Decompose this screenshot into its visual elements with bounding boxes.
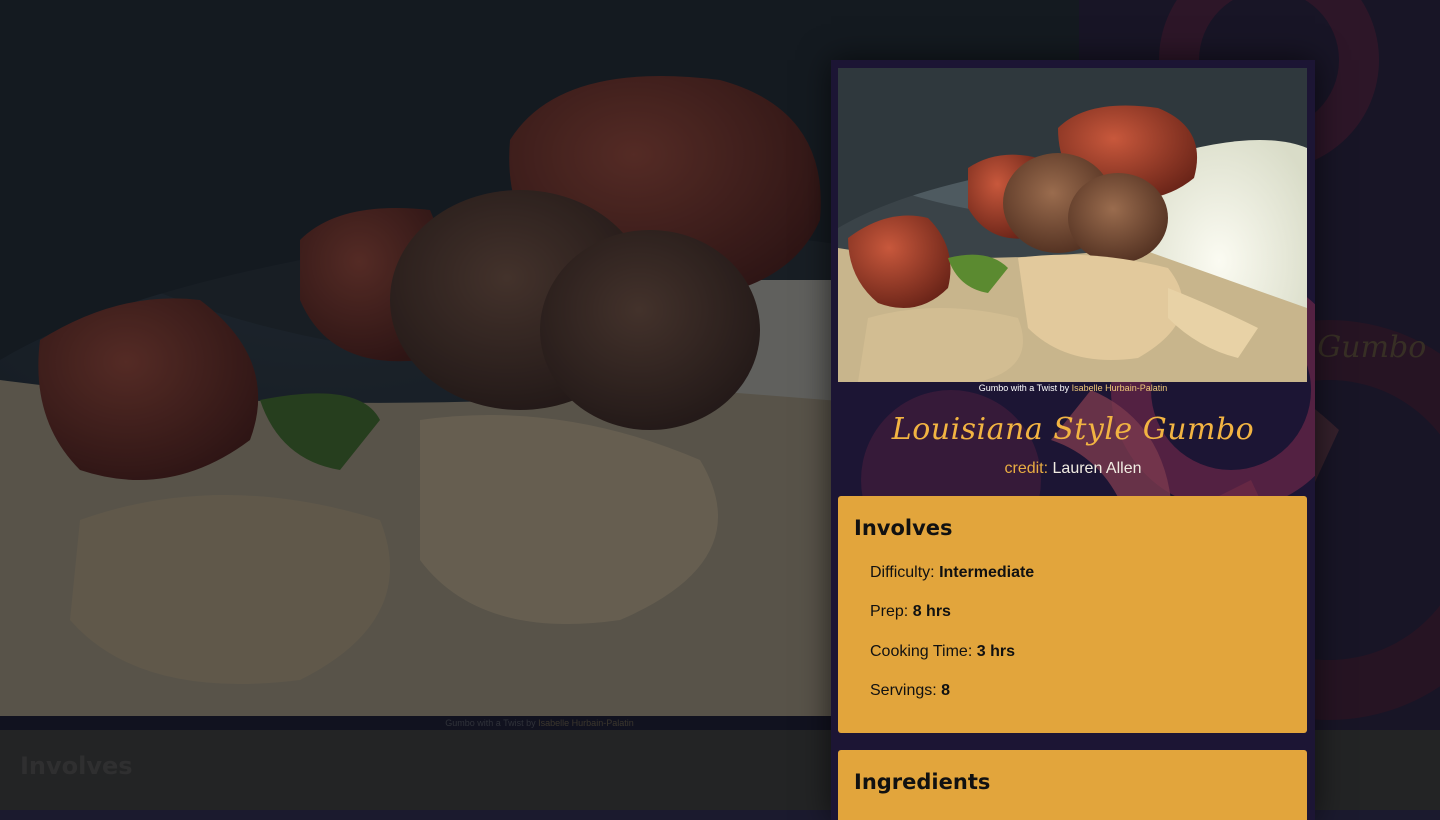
recipe-credit: credit: Lauren Allen: [831, 460, 1315, 478]
involves-list: Difficulty: Intermediate Prep: 8 hrs Coo…: [870, 564, 1034, 721]
difficulty-value: Intermediate: [939, 564, 1035, 581]
photo-caption-prefix: Gumbo with a Twist by: [978, 383, 1070, 393]
servings-item: Servings: 8: [870, 682, 1034, 721]
cooking-time-label: Cooking Time:: [870, 642, 973, 660]
gumbo-photo-illustration: [838, 68, 1307, 382]
photo-caption: Gumbo with a Twist by Isabelle Hurbain-P…: [831, 382, 1315, 394]
involves-card: Involves Difficulty: Intermediate Prep: …: [838, 496, 1307, 733]
involves-heading: Involves: [854, 516, 953, 540]
recipe-title: Louisiana Style Gumbo: [891, 412, 1255, 447]
difficulty-label: Difficulty:: [870, 564, 935, 581]
servings-label: Servings:: [870, 681, 937, 699]
prep-value: 8 hrs: [912, 603, 951, 621]
background-involves-heading: Involves: [20, 752, 133, 780]
recipe-modal: Gumbo with a Twist by Isabelle Hurbain-P…: [831, 60, 1315, 820]
difficulty-item: Difficulty: Intermediate: [870, 564, 1034, 603]
recipe-photo: [838, 68, 1307, 382]
ingredients-heading: Ingredients: [854, 770, 991, 794]
prep-label: Prep:: [870, 603, 909, 621]
photo-author-link[interactable]: Isabelle Hurbain-Palatin: [1072, 383, 1168, 393]
prep-item: Prep: 8 hrs: [870, 603, 1034, 642]
credit-name: Lauren Allen: [1052, 460, 1142, 477]
credit-label: credit:: [1004, 460, 1049, 477]
cooking-time-item: Cooking Time: 3 hrs: [870, 643, 1034, 682]
servings-value: 8: [941, 681, 951, 699]
cooking-time-value: 3 hrs: [976, 642, 1015, 660]
